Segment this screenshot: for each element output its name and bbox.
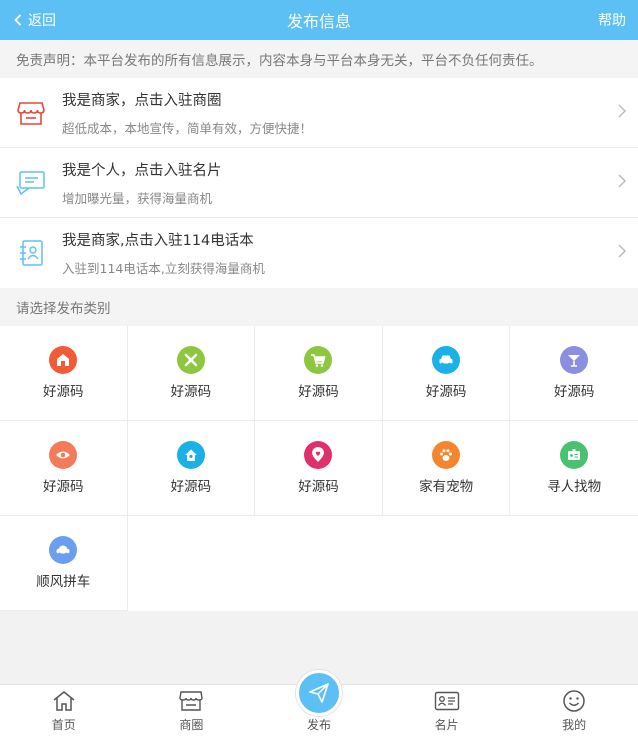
paw-icon [432,441,461,469]
chevron-right-icon [618,174,626,188]
back-label: 返回 [28,13,56,29]
tab-mine[interactable]: 我的 [510,685,638,736]
category-label: 好源码 [43,479,84,495]
cocktail-icon [560,346,589,374]
car-icon [49,536,78,564]
entry-phonebook-114[interactable]: 我是商家,点击入驻114电话本 入驻到114电话本,立刻获得海量商机 [0,218,638,288]
page-title: 发布信息 [286,12,351,31]
card-icon [434,688,460,714]
tab-home[interactable]: 首页 [0,685,128,736]
entry-merchant-circle[interactable]: 我是商家，点击入驻商圈 超低成本，本地宣传，简单有效，方便快捷！ [0,78,638,148]
tab-shops[interactable]: 商圈 [128,685,256,736]
entry-title: 我是商家，点击入驻商圈 [62,92,222,109]
shop-icon [16,98,46,128]
tools-icon [176,346,205,374]
contact-book-icon [16,238,46,268]
tab-label: 商圈 [179,718,204,732]
category-grid: 好源码 好源码 好源码 好源码 好源码 好源码 好源码 好源码 家有宠物 寻人找… [0,326,638,611]
category-label: 好源码 [170,384,212,400]
entry-subtitle: 超低成本，本地宣传，简单有效，方便快捷！ [62,120,313,136]
home-icon [176,441,205,469]
house-icon [49,346,78,374]
category-item[interactable]: 寻人找物 [510,421,638,516]
category-item[interactable]: 好源码 [255,421,383,516]
category-label: 寻人找物 [547,479,602,495]
card-icon [16,168,46,198]
category-label: 家有宠物 [419,479,474,495]
smile-icon [562,688,586,714]
category-label: 好源码 [298,384,339,400]
category-item[interactable]: 好源码 [382,326,511,421]
bottom-tab-bar: 首页 商圈 发布 名片 我的 [0,670,638,736]
tab-label: 发布 [306,718,331,732]
category-item[interactable]: 好源码 [510,326,638,421]
category-item[interactable]: 好源码 [127,421,256,516]
chevron-right-icon [618,244,626,258]
entry-title: 我是商家,点击入驻114电话本 [62,233,254,249]
category-item[interactable]: 顺风拼车 [0,516,128,611]
category-item[interactable]: 好源码 [127,326,256,421]
top-bar: 返回 发布信息 帮助 [0,0,638,40]
category-label: 好源码 [43,384,84,400]
tab-label: 名片 [434,718,459,732]
tab-label: 首页 [51,718,76,732]
publish-fab-button[interactable] [295,670,342,716]
tab-publish[interactable]: 发布 [255,670,383,736]
entry-title: 我是个人，点击入驻名片 [62,162,222,179]
category-section-label: 请选择发布类别 [0,288,638,326]
category-item[interactable]: 好源码 [255,326,383,421]
entry-subtitle: 入驻到114电话本,立刻获得海量商机 [62,261,265,276]
category-item[interactable]: 好源码 [0,326,128,421]
home-icon [52,688,76,714]
back-button[interactable]: 返回 [14,0,56,40]
entry-subtitle: 增加曝光量，获得海量商机 [62,190,213,206]
entry-list: 我是商家，点击入驻商圈 超低成本，本地宣传，简单有效，方便快捷！ 我是个人，点击… [0,78,638,288]
entry-personal-card[interactable]: 我是个人，点击入驻名片 增加曝光量，获得海量商机 [0,148,638,218]
category-label: 好源码 [298,479,339,495]
cart-icon [304,346,333,374]
chevron-left-icon [14,14,22,26]
eye-icon [49,441,78,469]
disclaimer-text: 免责声明：本平台发布的所有信息展示，内容本身与平台本身无关，平台不负任何责任。 [0,40,638,78]
category-label: 好源码 [170,479,212,495]
chevron-right-icon [618,104,626,118]
category-label: 顺风拼车 [36,574,91,590]
car-icon [432,346,461,374]
shop-icon [179,688,204,714]
id-card-icon [560,441,589,469]
paper-plane-icon [309,683,329,703]
location-heart-icon [304,441,333,469]
tab-label: 我的 [562,718,587,732]
category-label: 好源码 [553,384,595,400]
category-item[interactable]: 家有宠物 [382,421,511,516]
help-button[interactable]: 帮助 [598,0,626,40]
grid-empty-space [127,516,638,611]
category-label: 好源码 [425,384,467,400]
tab-cards[interactable]: 名片 [383,685,511,736]
category-item[interactable]: 好源码 [0,421,128,516]
